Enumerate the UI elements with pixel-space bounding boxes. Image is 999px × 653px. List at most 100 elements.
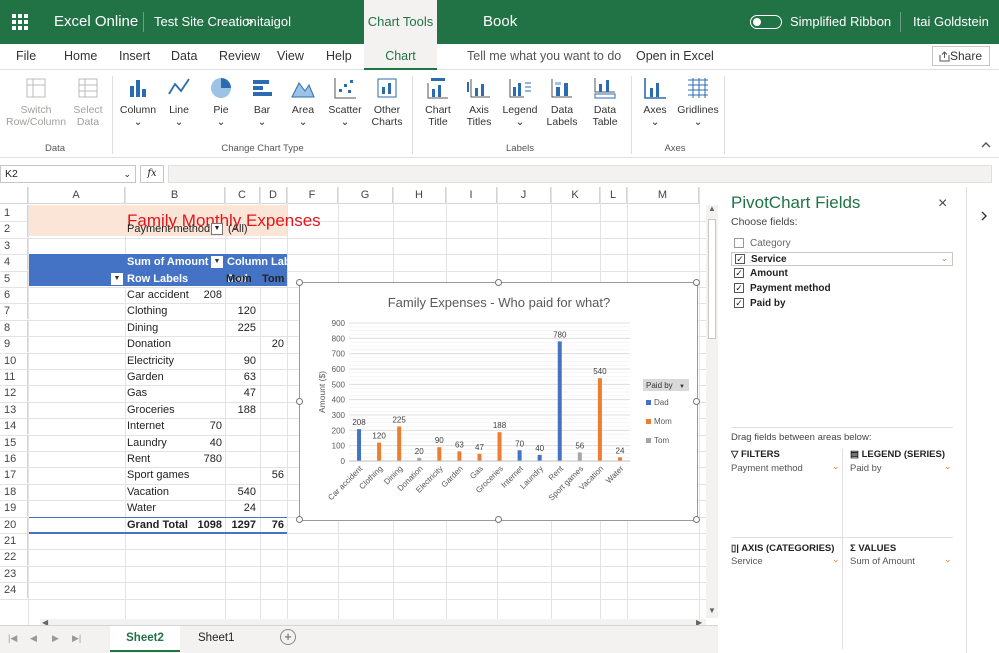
bar-mom[interactable]: [457, 451, 462, 461]
resize-handle[interactable]: [495, 516, 502, 523]
chevron-down-icon[interactable]: ⌄: [940, 253, 948, 264]
field-item[interactable]: ✓ Amount: [731, 267, 953, 281]
bar-chart-button[interactable]: Bar ⌄: [245, 76, 279, 128]
resize-handle[interactable]: [693, 516, 700, 523]
area-chart-button[interactable]: Area ⌄: [286, 76, 320, 128]
dad-value-cell[interactable]: 780: [126, 451, 225, 467]
tom-value-cell[interactable]: [261, 435, 287, 451]
tom-value-cell[interactable]: [261, 385, 287, 401]
row-header[interactable]: 18: [0, 483, 28, 500]
tom-value-cell[interactable]: [261, 353, 287, 369]
close-icon[interactable]: ×: [938, 195, 947, 213]
row-header[interactable]: 14: [0, 418, 28, 435]
dad-value-cell[interactable]: [126, 353, 225, 369]
row-header[interactable]: 2: [0, 221, 28, 238]
tab-home[interactable]: Home: [64, 49, 97, 63]
chevron-right-icon[interactable]: [979, 210, 989, 222]
column-header[interactable]: J: [497, 187, 551, 204]
insert-function-button[interactable]: fx: [140, 165, 164, 183]
site-link[interactable]: Test Site Creation: [154, 0, 257, 44]
row-header[interactable]: 10: [0, 352, 28, 369]
mom-value-cell[interactable]: [226, 435, 259, 451]
row-header[interactable]: 5: [0, 270, 28, 287]
filter-field-value[interactable]: (All): [227, 221, 260, 237]
scroll-up-icon[interactable]: ▲: [708, 204, 716, 213]
column-labels-dropdown-icon[interactable]: ▼: [211, 256, 223, 269]
resize-handle[interactable]: [495, 279, 502, 286]
mom-value-cell[interactable]: 47: [226, 385, 259, 401]
tab-insert[interactable]: Insert: [119, 49, 150, 63]
bar-mom[interactable]: [597, 378, 602, 461]
field-item[interactable]: Category: [731, 237, 953, 251]
column-chart-button[interactable]: Column ⌄: [118, 76, 158, 128]
tab-review[interactable]: Review: [219, 49, 260, 63]
tom-value-cell[interactable]: [261, 451, 287, 467]
formula-input[interactable]: [168, 165, 992, 183]
tom-value-cell[interactable]: [261, 287, 287, 303]
dad-value-cell[interactable]: [126, 467, 225, 483]
bar-mom[interactable]: [617, 457, 622, 461]
checkbox-icon[interactable]: [734, 238, 744, 248]
mom-value-cell[interactable]: 24: [226, 500, 259, 516]
user-folder-link[interactable]: itaigol: [257, 0, 291, 44]
filter-dropdown-icon[interactable]: ▼: [211, 223, 223, 236]
bar-mom[interactable]: [477, 453, 482, 461]
mom-value-cell[interactable]: 120: [226, 303, 259, 319]
line-chart-button[interactable]: Line ⌄: [162, 76, 196, 128]
dad-value-cell[interactable]: [126, 402, 225, 418]
tom-value-cell[interactable]: [261, 303, 287, 319]
row-header[interactable]: 3: [0, 237, 28, 254]
column-header[interactable]: M: [627, 187, 699, 204]
mom-value-cell[interactable]: 188: [226, 402, 259, 418]
mom-header[interactable]: Mom: [226, 271, 254, 287]
dad-value-cell[interactable]: [126, 500, 225, 516]
column-header[interactable]: B: [125, 187, 225, 204]
column-header[interactable]: D: [260, 187, 287, 204]
column-header[interactable]: I: [446, 187, 497, 204]
legend-item[interactable]: Paid by: [850, 463, 882, 474]
tom-value-cell[interactable]: [261, 500, 287, 516]
field-item[interactable]: ✓ Payment method: [731, 282, 953, 296]
open-in-excel-button[interactable]: Open in Excel: [636, 49, 714, 63]
checkbox-checked-icon[interactable]: ✓: [734, 283, 744, 293]
column-header[interactable]: K: [551, 187, 600, 204]
axis-titles-button[interactable]: Axis Titles: [459, 76, 499, 128]
grand-total-value[interactable]: 1297: [226, 517, 259, 533]
row-header[interactable]: 13: [0, 401, 28, 418]
tom-value-cell[interactable]: [261, 402, 287, 418]
scatter-chart-button[interactable]: Scatter ⌄: [326, 76, 364, 128]
data-table-button[interactable]: Data Table: [585, 76, 625, 128]
row-header[interactable]: 6: [0, 287, 28, 303]
checkbox-checked-icon[interactable]: ✓: [735, 254, 745, 264]
dad-value-cell[interactable]: 70: [126, 418, 225, 434]
resize-handle[interactable]: [296, 398, 303, 405]
dad-value-cell[interactable]: [126, 303, 225, 319]
tom-value-cell[interactable]: [261, 320, 287, 336]
scrollbar-thumb[interactable]: [708, 219, 716, 339]
chevron-down-icon[interactable]: ⌄: [832, 461, 840, 472]
chart-title[interactable]: Family Expenses - Who paid for what?: [388, 295, 611, 310]
chevron-down-icon[interactable]: ⌄: [832, 554, 840, 565]
row-header[interactable]: 16: [0, 451, 28, 467]
prev-sheet-icon[interactable]: ◀: [30, 633, 37, 644]
gridlines-button[interactable]: Gridlines ⌄: [676, 76, 720, 128]
column-header[interactable]: C: [225, 187, 260, 204]
axes-button[interactable]: Axes ⌄: [638, 76, 672, 128]
name-box[interactable]: K2 ⌄: [0, 165, 136, 183]
mom-value-cell[interactable]: [226, 336, 259, 352]
mom-value-cell[interactable]: 225: [226, 320, 259, 336]
mom-value-cell[interactable]: 540: [226, 484, 259, 500]
tom-header[interactable]: Tom: [262, 271, 287, 287]
field-item[interactable]: ✓ Paid by: [731, 297, 953, 311]
y-axis-title[interactable]: Amount ($): [317, 371, 327, 413]
column-header[interactable]: H: [393, 187, 446, 204]
row-labels-header[interactable]: Row Labels: [127, 271, 225, 287]
user-name[interactable]: Itai Goldstein: [913, 0, 989, 44]
values-item[interactable]: Sum of Amount: [850, 556, 915, 567]
tab-help[interactable]: Help: [326, 49, 352, 63]
row-header[interactable]: 11: [0, 369, 28, 385]
pivot-chart[interactable]: Family Expenses - Who paid for what? 0 100…: [296, 279, 700, 523]
row-header[interactable]: 17: [0, 467, 28, 484]
sheet-tab-sheet2[interactable]: Sheet2: [110, 626, 180, 652]
switch-row-column-button[interactable]: Switch Row/Column: [6, 76, 66, 128]
